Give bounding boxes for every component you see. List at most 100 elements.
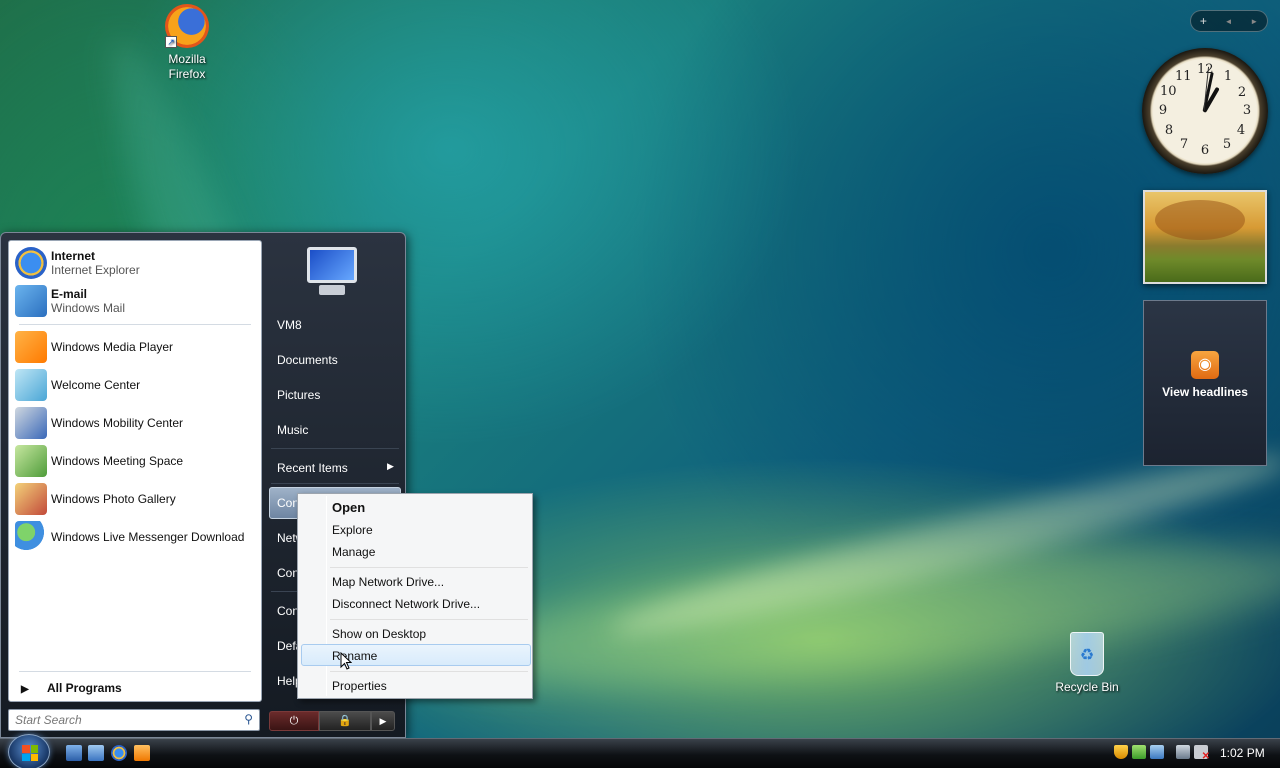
arrow-right-icon: ▶ <box>21 684 29 695</box>
clock-gadget[interactable]: 12 1 2 3 4 5 6 7 8 9 10 11 <box>1142 48 1268 174</box>
welcome-center-icon <box>15 369 47 401</box>
clock-number: 10 <box>1160 84 1177 99</box>
clock-number: 11 <box>1175 69 1192 84</box>
add-gadget-button[interactable]: + <box>1200 14 1207 28</box>
context-separator <box>330 619 528 620</box>
power-options-arrow[interactable]: ▶ <box>371 711 395 731</box>
clock-number: 4 <box>1236 123 1246 138</box>
recent-program[interactable]: Windows Mobility Center <box>15 405 255 441</box>
photo-gallery-icon <box>15 483 47 515</box>
rss-icon: ◉ <box>1191 351 1219 379</box>
pinned-subtitle: Windows Mail <box>51 301 126 315</box>
view-headlines-label[interactable]: View headlines <box>1144 385 1266 399</box>
right-link-pictures[interactable]: Pictures <box>277 388 399 402</box>
lock-button[interactable]: 🔒 <box>319 711 371 731</box>
mobility-center-icon <box>15 407 47 439</box>
taskbar <box>0 738 1280 768</box>
recent-program-label: Windows Live Messenger Download <box>51 530 245 544</box>
pinned-subtitle: Internet Explorer <box>51 263 140 277</box>
context-separator <box>330 671 528 672</box>
right-link-user[interactable]: VM8 <box>277 318 399 332</box>
firefox-desktop-icon[interactable]: ↗ Mozilla Firefox <box>147 4 227 82</box>
right-separator <box>271 483 399 484</box>
clock-time[interactable]: 1:02 PM <box>1220 746 1265 760</box>
pinned-email[interactable]: E-mail Windows Mail <box>15 283 255 319</box>
media-player-quicklaunch-icon[interactable] <box>134 745 150 761</box>
windows-mail-icon <box>15 285 47 317</box>
media-player-icon <box>15 331 47 363</box>
pinned-title: E-mail <box>51 287 88 301</box>
show-desktop-icon[interactable] <box>66 745 82 761</box>
clock-number: 3 <box>1242 103 1252 118</box>
network-icon[interactable] <box>1176 745 1190 759</box>
firefox-icon: ↗ <box>165 4 209 48</box>
start-orb-button[interactable] <box>8 734 50 768</box>
context-item-explore[interactable]: Explore <box>332 523 373 537</box>
security-shield-icon[interactable] <box>1114 745 1128 759</box>
recent-program[interactable]: Windows Meeting Space <box>15 443 255 479</box>
windows-flag-icon <box>22 745 38 761</box>
recycle-bin-desktop-icon[interactable]: Recycle Bin <box>1047 632 1127 695</box>
recent-program[interactable]: Windows Live Messenger Download <box>15 519 255 555</box>
desktop-icon-label: Mozilla <box>168 52 206 66</box>
context-menu: Open Explore Manage Map Network Drive...… <box>297 493 533 699</box>
recent-program[interactable]: Welcome Center <box>15 367 255 403</box>
clock-number: 1 <box>1223 69 1233 84</box>
recent-program-label: Windows Media Player <box>51 340 174 354</box>
context-item-manage[interactable]: Manage <box>332 545 375 559</box>
context-item-show-on-desktop[interactable]: Show on Desktop <box>332 627 426 641</box>
desktop-icon-label-line2: Firefox <box>168 67 206 81</box>
recent-program-label: Windows Meeting Space <box>51 454 184 468</box>
all-programs-label: All Programs <box>47 681 122 695</box>
context-menu-gutter <box>326 496 327 696</box>
context-item-disconnect-network-drive[interactable]: Disconnect Network Drive... <box>332 597 480 611</box>
clock-number: 5 <box>1222 137 1232 152</box>
clock-number: 7 <box>1179 137 1189 152</box>
recent-program-label: Welcome Center <box>51 378 141 392</box>
pinned-separator <box>19 324 251 325</box>
sidebar-prev-button[interactable]: ◄ <box>1225 17 1233 26</box>
pinned-internet[interactable]: Internet Internet Explorer <box>15 245 255 281</box>
power-buttons: ⏻ 🔒 ▶ <box>269 711 395 731</box>
volume-muted-icon[interactable]: ✕ <box>1194 745 1210 762</box>
recent-program[interactable]: Windows Media Player <box>15 329 255 365</box>
mouse-cursor-icon <box>340 652 352 670</box>
shortcut-arrow-icon: ↗ <box>165 36 177 48</box>
feed-headlines-gadget[interactable]: ◉ View headlines <box>1143 300 1267 466</box>
slideshow-gadget[interactable] <box>1143 190 1267 284</box>
sidebar-next-button[interactable]: ► <box>1250 17 1258 26</box>
recent-program[interactable]: Windows Photo Gallery <box>15 481 255 517</box>
right-link-documents[interactable]: Documents <box>277 353 399 367</box>
right-link-recent-items[interactable]: Recent Items <box>277 461 399 475</box>
clock-number: 8 <box>1164 123 1174 138</box>
internet-explorer-icon <box>15 247 47 279</box>
all-programs-button[interactable]: ▶ All Programs <box>19 681 259 695</box>
context-item-properties[interactable]: Properties <box>332 679 387 693</box>
switch-windows-icon[interactable] <box>88 745 104 761</box>
clock-number: 2 <box>1237 85 1247 100</box>
meeting-space-icon <box>15 445 47 477</box>
clock-number: 9 <box>1158 103 1168 118</box>
power-button[interactable]: ⏻ <box>269 711 319 731</box>
context-item-open[interactable]: Open <box>332 500 365 515</box>
sidebar-tray-icon[interactable] <box>1150 745 1164 759</box>
desktop-icon-label: Recycle Bin <box>1055 680 1119 694</box>
recycle-bin-icon <box>1070 632 1104 676</box>
pinned-title: Internet <box>51 249 96 263</box>
recent-program-label: Windows Photo Gallery <box>51 492 176 506</box>
right-link-music[interactable]: Music <box>277 423 399 437</box>
messenger-icon <box>15 521 47 553</box>
start-search-input[interactable]: Start Search ⚲ <box>8 709 260 731</box>
recent-program-label: Windows Mobility Center <box>51 416 184 430</box>
context-separator <box>330 567 528 568</box>
internet-explorer-quicklaunch-icon[interactable] <box>111 745 127 761</box>
programs-pane: Internet Internet Explorer E-mail Window… <box>8 240 262 702</box>
context-item-rename[interactable]: Rename <box>332 649 377 663</box>
right-separator <box>271 448 399 449</box>
context-item-map-network-drive[interactable]: Map Network Drive... <box>332 575 444 589</box>
all-programs-separator <box>19 671 251 672</box>
sidebar-controls: + ◄ ► <box>1190 10 1268 32</box>
clock-number: 6 <box>1200 143 1210 158</box>
update-icon[interactable] <box>1132 745 1146 759</box>
search-placeholder: Start Search <box>15 713 82 727</box>
